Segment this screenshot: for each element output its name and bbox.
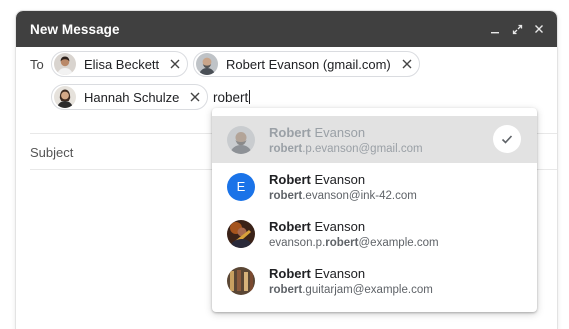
suggestion-name-rest: Evanson — [310, 171, 366, 187]
suggestion-item[interactable]: E Robert Evanson robert.evanson@ink-42.c… — [212, 163, 537, 210]
suggestion-name-match: Robert — [269, 171, 311, 187]
avatar — [227, 219, 255, 248]
suggestion-email-pre: evanson.p. — [269, 236, 326, 249]
suggestion-email-match: robert — [269, 142, 303, 155]
suggestion-email-match: robert — [325, 236, 359, 249]
suggestion-email-match: robert — [269, 189, 303, 202]
suggestion-item[interactable]: Robert Evanson evanson.p.robert@example.… — [212, 210, 537, 257]
suggestion-item[interactable]: Robert Evanson robert.guitarjam@example.… — [212, 257, 537, 304]
expand-icon[interactable] — [509, 21, 525, 37]
suggestion-name-match: Robert — [269, 218, 311, 234]
avatar: E — [227, 172, 255, 201]
recipient-chip-hannah-schulze[interactable]: Hannah Schulze — [51, 84, 209, 110]
recipient-suggestions: Robert Evanson robert.p.evanson@gmail.co… — [212, 108, 537, 312]
suggestion-email-post: .evanson@ink-42.com — [302, 189, 417, 202]
avatar-letter: E — [236, 179, 246, 194]
close-icon[interactable] — [531, 21, 547, 37]
suggestion-name-rest: Evanson — [310, 218, 366, 234]
suggestion-email-post: .guitarjam@example.com — [302, 283, 433, 296]
avatar — [227, 125, 255, 154]
window-controls — [487, 21, 547, 37]
suggestion-name-rest: Evanson — [310, 265, 366, 281]
recipient-chip-label: Robert Evanson (gmail.com) — [226, 56, 391, 72]
window-title: New Message — [30, 21, 120, 37]
to-input-text: robert — [213, 90, 249, 105]
compose-titlebar[interactable]: New Message — [16, 11, 557, 47]
suggestion-name-match: Robert — [269, 265, 311, 281]
avatar — [54, 86, 76, 108]
recipient-chip-label: Elisa Beckett — [84, 56, 160, 72]
suggestion-name-rest: Evanson — [310, 124, 366, 140]
text-caret — [249, 90, 251, 104]
avatar — [196, 53, 218, 75]
suggestion-email-post: .p.evanson@gmail.com — [302, 142, 423, 155]
recipient-chip-label: Hannah Schulze — [84, 89, 180, 105]
suggestion-email-match: robert — [269, 283, 303, 296]
to-label: To — [30, 57, 44, 72]
recipient-chip-elisa-beckett[interactable]: Elisa Beckett — [51, 51, 189, 77]
remove-chip-icon[interactable] — [169, 58, 181, 70]
suggestion-name-match: Robert — [269, 124, 311, 140]
avatar — [54, 53, 76, 75]
suggestion-email-post: @example.com — [358, 236, 439, 249]
remove-chip-icon[interactable] — [189, 91, 201, 103]
suggestion-item[interactable]: Robert Evanson robert.p.evanson@gmail.co… — [212, 116, 537, 163]
recipient-chip-robert-evanson[interactable]: Robert Evanson (gmail.com) — [193, 51, 420, 77]
minimize-icon[interactable] — [487, 21, 503, 37]
check-icon — [493, 125, 521, 153]
avatar — [227, 266, 255, 295]
subject-field[interactable]: Subject — [30, 145, 73, 160]
to-input[interactable]: robert — [213, 90, 251, 105]
remove-chip-icon[interactable] — [401, 58, 413, 70]
